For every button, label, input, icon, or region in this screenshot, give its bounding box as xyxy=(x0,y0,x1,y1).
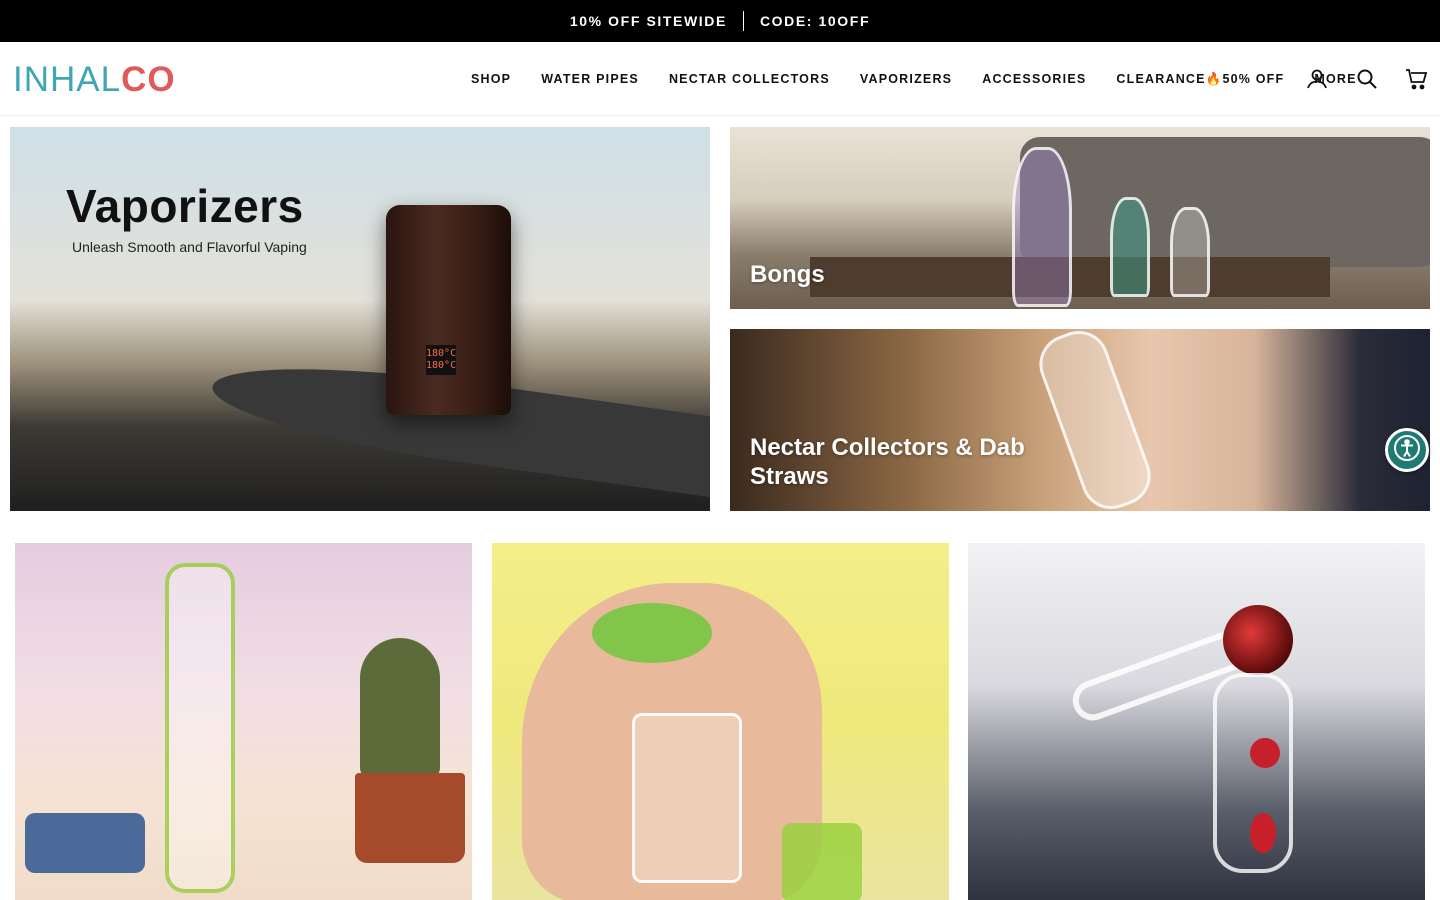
vaporizers-title: Vaporizers xyxy=(66,180,304,232)
nav-item-shop[interactable]: SHOP xyxy=(471,72,511,86)
bongs-label: Bongs xyxy=(750,261,825,288)
nav-item-clearance[interactable]: CLEARANCE🔥50% OFF xyxy=(1116,72,1284,87)
vaporizer-device-image: 180°C 180°C xyxy=(386,205,511,415)
accessibility-icon xyxy=(1392,433,1422,468)
accessibility-button[interactable] xyxy=(1385,428,1429,472)
header-icons xyxy=(1280,66,1430,92)
glass-bong-3 xyxy=(1170,207,1210,297)
announcement-bar: 10% OFF SITEWIDE CODE: 10OFF xyxy=(0,0,1440,42)
logo-text-primary: INHAL xyxy=(13,60,122,99)
main-nav: SHOP WATER PIPES NECTAR COLLECTORS VAPOR… xyxy=(471,42,1357,116)
carb-cap-image xyxy=(592,603,712,663)
announcement-offer: 10% OFF SITEWIDE xyxy=(569,13,727,29)
nav-item-water-pipes[interactable]: WATER PIPES xyxy=(541,72,639,86)
glass-bong-2 xyxy=(1110,197,1150,297)
rig-glass xyxy=(165,563,235,893)
nav-item-vaporizers[interactable]: VAPORIZERS xyxy=(860,72,952,86)
glass-column-image xyxy=(1213,673,1293,873)
product-card-2[interactable] xyxy=(492,543,949,900)
device-screen: 180°C 180°C xyxy=(426,345,456,375)
site-header: INHAL CO SHOP WATER PIPES NECTAR COLLECTO… xyxy=(0,42,1440,116)
account-icon[interactable] xyxy=(1304,66,1330,92)
hero-tile-bongs[interactable]: Bongs xyxy=(730,127,1430,309)
pot-image xyxy=(355,773,465,863)
cactus-image xyxy=(360,638,440,778)
announcement-divider xyxy=(742,11,744,31)
product-card-3[interactable] xyxy=(968,543,1425,900)
hero-tile-vaporizers[interactable]: 180°C 180°C Vaporizers Unleash Smooth an… xyxy=(10,127,710,511)
terp-pearl-top xyxy=(1223,605,1293,675)
nav-item-nectar-collectors[interactable]: NECTAR COLLECTORS xyxy=(669,72,830,86)
vaporizers-subtitle: Unleash Smooth and Flavorful Vaping xyxy=(72,239,307,255)
cart-icon[interactable] xyxy=(1404,66,1430,92)
glass-bong-1 xyxy=(1012,147,1072,307)
sofa-image xyxy=(1020,137,1430,267)
logo-text-accent: CO xyxy=(121,60,176,99)
green-glass-image xyxy=(782,823,862,900)
banger-image xyxy=(632,713,742,883)
logo[interactable]: INHAL CO xyxy=(13,60,176,100)
nav-item-accessories[interactable]: ACCESSORIES xyxy=(982,72,1086,86)
announcement-code: CODE: 10OFF xyxy=(759,13,871,29)
grinder-image xyxy=(25,813,145,873)
hero-tile-nectar-collectors[interactable]: Nectar Collectors & Dab Straws xyxy=(730,329,1430,511)
search-icon[interactable] xyxy=(1354,66,1380,92)
nectar-label: Nectar Collectors & Dab Straws xyxy=(750,434,1025,490)
product-card-1[interactable] xyxy=(15,543,472,900)
